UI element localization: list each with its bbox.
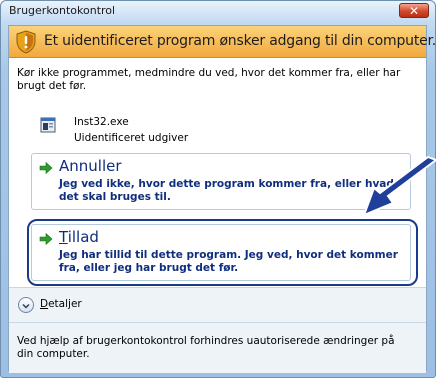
banner-message: Et uidentificeret program ønsker adgang … <box>44 33 437 49</box>
cancel-option-description: Jeg ved ikke, hvor dette program kommer … <box>59 178 394 203</box>
uac-dialog-window: Brugerkontokontrol ✕ Et uidentificeret p… <box>0 0 436 378</box>
footer-text: Ved hjælp af brugerkontokontrol forhindr… <box>17 335 395 360</box>
details-access-key: D <box>40 298 49 310</box>
details-label-rest: etaljer <box>48 298 82 310</box>
green-arrow-icon <box>39 161 53 175</box>
details-area: Detaljer Ved hjælp af brugerkontokontrol… <box>9 287 426 373</box>
close-button[interactable]: ✕ <box>399 3 429 18</box>
title-bar: Brugerkontokontrol ✕ <box>1 1 435 21</box>
warning-text: Kør ikke programmet, medmindre du ved, h… <box>17 67 401 92</box>
divider <box>9 322 426 323</box>
security-shield-icon <box>16 30 36 54</box>
allow-highlight-ring <box>27 219 418 286</box>
warning-banner: Et uidentificeret program ønsker adgang … <box>9 26 436 58</box>
cancel-option-button[interactable]: Annuller Jeg ved ikke, hvor dette progra… <box>31 153 411 210</box>
dialog-content: Et uidentificeret program ønsker adgang … <box>8 25 436 373</box>
program-name: Inst32.exe <box>74 116 129 128</box>
details-label: Detaljer <box>40 298 82 310</box>
window-title: Brugerkontokontrol <box>9 4 116 17</box>
cancel-option-title: Annuller <box>59 157 122 175</box>
program-icon <box>40 117 56 133</box>
chevron-down-icon <box>18 297 34 313</box>
program-publisher: Uidentificeret udgiver <box>74 132 189 144</box>
